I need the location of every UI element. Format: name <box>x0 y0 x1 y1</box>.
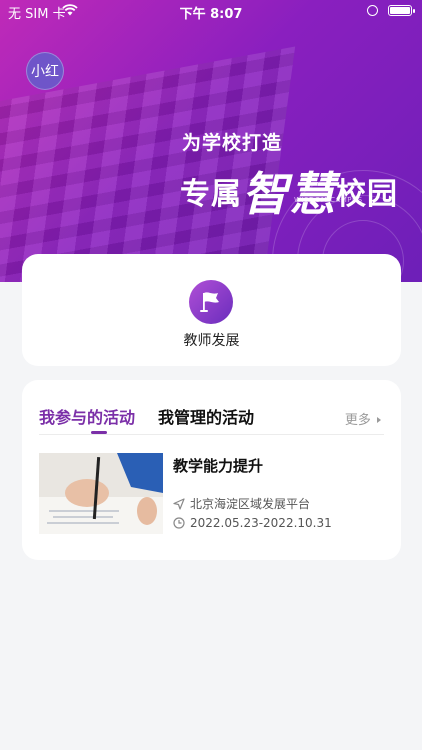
tab-managed[interactable]: 我管理的活动 <box>158 404 254 428</box>
send-icon <box>173 497 185 510</box>
activity-date: 2022.05.23-2022.10.31 <box>190 516 332 530</box>
slogan-calligraphy: 智慧 <box>242 167 336 221</box>
slogan-line2: 专属智慧校园 <box>180 158 398 224</box>
slogan-prefix: 专属 <box>180 177 242 212</box>
feature-label: 教师发展 <box>183 333 240 349</box>
tab-participated[interactable]: 我参与的活动 <box>39 404 135 428</box>
clock: 下午 8:07 <box>179 7 243 22</box>
slogan-line1: 为学校打造 <box>182 132 283 154</box>
slogan-suffix: 校园 <box>336 177 398 212</box>
activity-organizer-row: 北京海淀区域发展平台 <box>173 495 310 512</box>
chevron-right-icon <box>377 417 381 423</box>
battery-icon <box>388 5 415 16</box>
rotation-lock-icon <box>367 5 378 16</box>
more-link[interactable]: 更多 <box>345 409 383 428</box>
activity-date-row: 2022.05.23-2022.10.31 <box>173 516 332 530</box>
activities-card: 我参与的活动 我管理的活动 更多 教学能力提升 北京海淀区域发展平台 2022.… <box>22 380 401 560</box>
avatar[interactable]: 小红 <box>26 52 64 90</box>
activity-organizer: 北京海淀区域发展平台 <box>190 497 311 511</box>
feature-card: 教师发展 <box>22 254 401 366</box>
activity-title: 教学能力提升 <box>173 457 264 475</box>
clock-icon <box>173 517 185 529</box>
activity-thumbnail <box>39 453 163 534</box>
status-bar: 无 SIM 卡 下午 8:07 <box>0 0 422 22</box>
flag-icon <box>189 280 233 324</box>
divider <box>39 434 384 435</box>
more-label: 更多 <box>344 413 371 428</box>
slogan-sub: WISDOM CAMPUS <box>294 196 363 204</box>
